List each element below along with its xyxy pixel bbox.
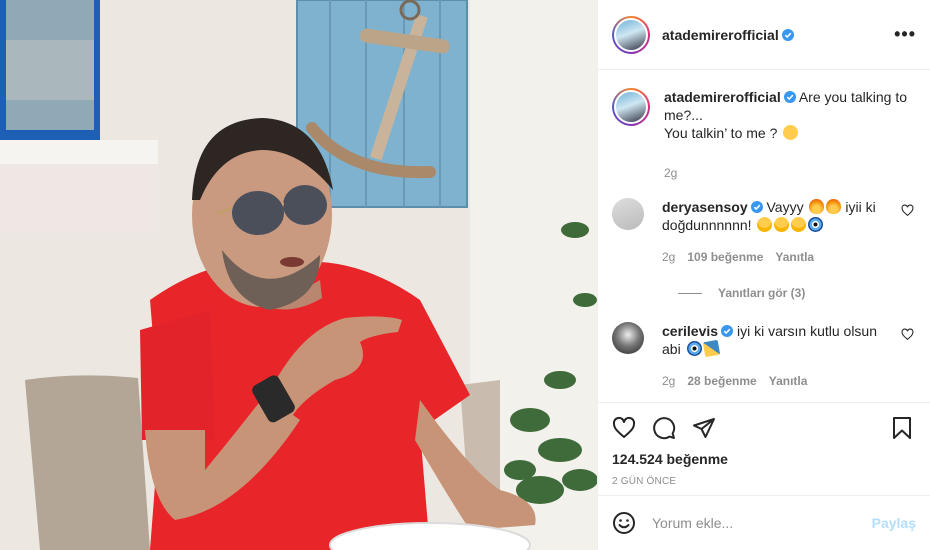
comment-username[interactable]: cerilevis [662, 323, 718, 339]
author-username[interactable]: atademirerofficial [662, 27, 779, 43]
view-replies-button[interactable]: Yanıtları gör (3) [678, 286, 914, 300]
like-comment-heart-icon[interactable] [901, 328, 914, 341]
nazar-amulet-emoji-icon [808, 217, 824, 232]
reply-button[interactable]: Yanıtla [775, 250, 814, 264]
like-heart-icon[interactable] [612, 416, 636, 440]
comment-composer: Paylaş [598, 495, 930, 550]
post-photo[interactable] [0, 0, 597, 550]
view-replies-label: Yanıtları gör (3) [718, 286, 806, 300]
partying-face-emoji-icon [774, 217, 790, 232]
instagram-post: atademirerofficial ••• atademirerofficia… [0, 0, 930, 550]
post-sidebar: atademirerofficial ••• atademirerofficia… [597, 0, 930, 550]
author-avatar[interactable] [612, 15, 650, 54]
post-date[interactable]: 2 gün önce [612, 476, 914, 487]
verified-badge-icon [781, 28, 794, 41]
comment-username[interactable]: deryasensoy [662, 199, 748, 215]
like-comment-heart-icon[interactable] [901, 204, 914, 217]
partying-face-emoji-icon [757, 217, 773, 232]
partying-face-emoji-icon [791, 217, 807, 232]
comment-likes-link[interactable]: 28 beğenme [687, 374, 756, 388]
reply-button[interactable]: Yanıtla [769, 374, 808, 388]
caption-avatar[interactable] [612, 88, 650, 126]
caption-time: 2g [664, 166, 678, 180]
caption-text-line2: You talkin’ to me ? [664, 125, 778, 141]
grin-emoji-icon [783, 125, 799, 140]
photo-illustration [0, 0, 597, 550]
comment-item: deryasensoy Vayyy iyii ki doğdunnnnnn! 2… [612, 198, 914, 266]
fire-emoji-icon [826, 199, 842, 214]
likes-count[interactable]: 124.524 beğenme [612, 451, 914, 467]
post-comment-button[interactable]: Paylaş [872, 515, 916, 531]
more-options-button[interactable]: ••• [894, 24, 916, 45]
comments-list: atademirerofficial Are you talking to me… [598, 70, 930, 402]
comment-icon[interactable] [652, 416, 676, 440]
caption: atademirerofficial Are you talking to me… [612, 88, 914, 182]
commenter-avatar[interactable] [612, 322, 644, 354]
comment-text-part1: Vayyy [766, 199, 804, 215]
party-popper-emoji-icon [702, 339, 720, 358]
verified-badge-icon [750, 201, 763, 213]
comment-item: cerilevis iyi ki varsın kutlu olsun abi … [612, 322, 914, 390]
save-bookmark-icon[interactable] [890, 416, 914, 440]
post-actions: 124.524 beğenme 2 gün önce [598, 402, 930, 495]
post-header: atademirerofficial ••• [598, 0, 930, 70]
emoji-picker-icon[interactable] [612, 511, 636, 535]
divider-line [678, 292, 702, 294]
commenter-avatar[interactable] [612, 198, 644, 230]
verified-badge-icon [721, 325, 734, 337]
comment-likes-link[interactable]: 109 beğenme [687, 250, 763, 264]
verified-badge-icon [783, 91, 796, 103]
comment-time: 2g [662, 250, 676, 264]
caption-username[interactable]: atademirerofficial [664, 89, 781, 105]
fire-emoji-icon [809, 199, 825, 214]
comment-time: 2g [662, 374, 676, 388]
nazar-amulet-emoji-icon [686, 341, 702, 356]
share-icon[interactable] [692, 416, 716, 440]
comment-input[interactable] [652, 515, 872, 531]
